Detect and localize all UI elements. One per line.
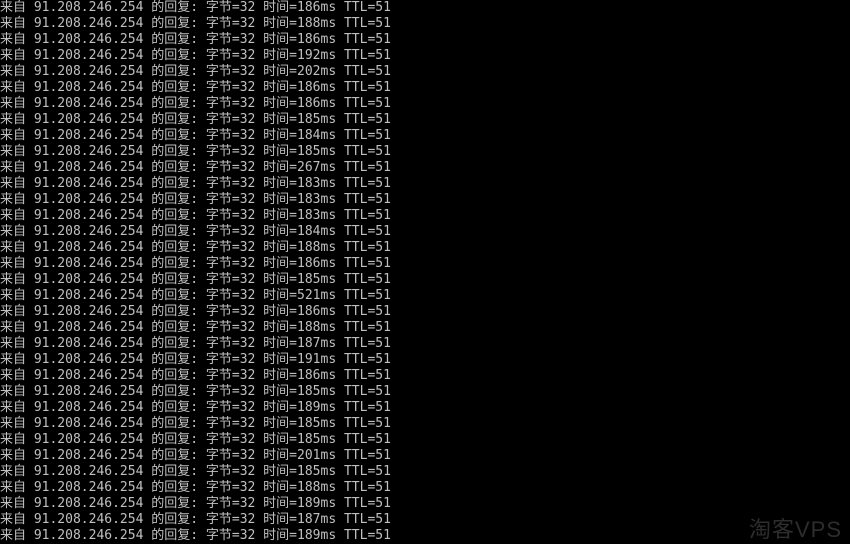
ping-reply-line: 来自 91.208.246.254 的回复: 字节=32 时间=186ms TT…	[0, 0, 850, 16]
ping-reply-line: 来自 91.208.246.254 的回复: 字节=32 时间=183ms TT…	[0, 208, 850, 224]
ping-reply-line: 来自 91.208.246.254 的回复: 字节=32 时间=186ms TT…	[0, 256, 850, 272]
ping-reply-line: 来自 91.208.246.254 的回复: 字节=32 时间=267ms TT…	[0, 160, 850, 176]
ping-reply-line: 来自 91.208.246.254 的回复: 字节=32 时间=191ms TT…	[0, 352, 850, 368]
ping-reply-line: 来自 91.208.246.254 的回复: 字节=32 时间=183ms TT…	[0, 192, 850, 208]
ping-reply-line: 来自 91.208.246.254 的回复: 字节=32 时间=186ms TT…	[0, 304, 850, 320]
ping-reply-line: 来自 91.208.246.254 的回复: 字节=32 时间=188ms TT…	[0, 320, 850, 336]
ping-reply-line: 来自 91.208.246.254 的回复: 字节=32 时间=185ms TT…	[0, 384, 850, 400]
ping-reply-line: 来自 91.208.246.254 的回复: 字节=32 时间=187ms TT…	[0, 512, 850, 528]
ping-reply-line: 来自 91.208.246.254 的回复: 字节=32 时间=188ms TT…	[0, 240, 850, 256]
ping-reply-line: 来自 91.208.246.254 的回复: 字节=32 时间=187ms TT…	[0, 336, 850, 352]
terminal-output: 来自 91.208.246.254 的回复: 字节=32 时间=186ms TT…	[0, 0, 850, 544]
ping-reply-line: 来自 91.208.246.254 的回复: 字节=32 时间=185ms TT…	[0, 416, 850, 432]
ping-reply-line: 来自 91.208.246.254 的回复: 字节=32 时间=185ms TT…	[0, 464, 850, 480]
ping-reply-line: 来自 91.208.246.254 的回复: 字节=32 时间=185ms TT…	[0, 432, 850, 448]
ping-reply-line: 来自 91.208.246.254 的回复: 字节=32 时间=189ms TT…	[0, 528, 850, 544]
ping-reply-line: 来自 91.208.246.254 的回复: 字节=32 时间=521ms TT…	[0, 288, 850, 304]
ping-reply-line: 来自 91.208.246.254 的回复: 字节=32 时间=189ms TT…	[0, 496, 850, 512]
ping-reply-line: 来自 91.208.246.254 的回复: 字节=32 时间=186ms TT…	[0, 96, 850, 112]
ping-reply-line: 来自 91.208.246.254 的回复: 字节=32 时间=188ms TT…	[0, 16, 850, 32]
ping-reply-line: 来自 91.208.246.254 的回复: 字节=32 时间=189ms TT…	[0, 400, 850, 416]
ping-reply-line: 来自 91.208.246.254 的回复: 字节=32 时间=201ms TT…	[0, 448, 850, 464]
ping-reply-line: 来自 91.208.246.254 的回复: 字节=32 时间=202ms TT…	[0, 64, 850, 80]
ping-reply-line: 来自 91.208.246.254 的回复: 字节=32 时间=185ms TT…	[0, 144, 850, 160]
ping-reply-line: 来自 91.208.246.254 的回复: 字节=32 时间=185ms TT…	[0, 272, 850, 288]
ping-reply-line: 来自 91.208.246.254 的回复: 字节=32 时间=184ms TT…	[0, 128, 850, 144]
ping-reply-line: 来自 91.208.246.254 的回复: 字节=32 时间=183ms TT…	[0, 176, 850, 192]
ping-reply-line: 来自 91.208.246.254 的回复: 字节=32 时间=186ms TT…	[0, 32, 850, 48]
ping-reply-line: 来自 91.208.246.254 的回复: 字节=32 时间=185ms TT…	[0, 112, 850, 128]
ping-reply-line: 来自 91.208.246.254 的回复: 字节=32 时间=184ms TT…	[0, 224, 850, 240]
ping-reply-line: 来自 91.208.246.254 的回复: 字节=32 时间=186ms TT…	[0, 368, 850, 384]
ping-reply-line: 来自 91.208.246.254 的回复: 字节=32 时间=188ms TT…	[0, 480, 850, 496]
ping-reply-line: 来自 91.208.246.254 的回复: 字节=32 时间=186ms TT…	[0, 80, 850, 96]
ping-reply-line: 来自 91.208.246.254 的回复: 字节=32 时间=192ms TT…	[0, 48, 850, 64]
